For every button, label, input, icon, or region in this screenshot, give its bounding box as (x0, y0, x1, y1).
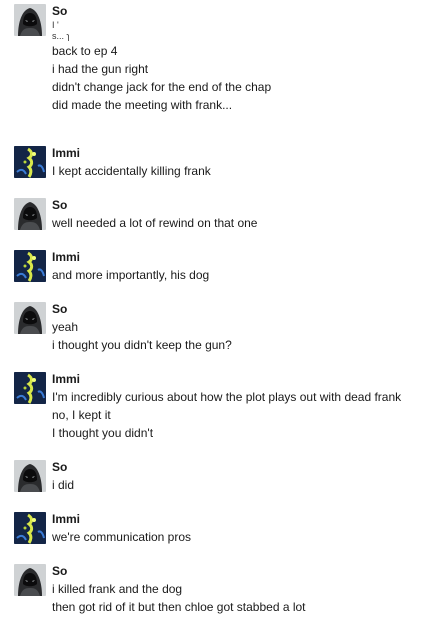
avatar[interactable] (14, 198, 46, 230)
hooded-figure-icon (14, 302, 46, 334)
avatar[interactable] (14, 460, 46, 492)
message-author: Immi (52, 512, 81, 526)
message-line: yeah (52, 320, 79, 334)
message-line: didn't change jack for the end of the ch… (52, 80, 272, 94)
hooded-figure-icon (14, 564, 46, 596)
avatar[interactable] (14, 564, 46, 596)
message-author: So (52, 460, 68, 474)
message-author: So (52, 302, 68, 316)
message-author: So (52, 198, 68, 212)
avatar[interactable] (14, 512, 46, 544)
glowing-figure-icon (14, 512, 46, 544)
avatar[interactable] (14, 146, 46, 178)
message-line: I ' (52, 20, 59, 30)
message-line: I'm incredibly curious about how the plo… (52, 390, 402, 404)
avatar[interactable] (14, 302, 46, 334)
avatar[interactable] (14, 372, 46, 404)
message-line: i killed frank and the dog (52, 582, 183, 596)
glowing-figure-icon (14, 372, 46, 404)
message-line: and more importantly, his dog (52, 268, 210, 282)
message-author: Immi (52, 250, 81, 264)
avatar[interactable] (14, 4, 46, 36)
message-line: then got rid of it but then chloe got st… (52, 600, 306, 614)
message-author: So (52, 4, 68, 18)
message-line: well needed a lot of rewind on that one (52, 216, 258, 230)
message-line: I kept accidentally killing frank (52, 164, 211, 178)
message-line: we're communication pros (52, 530, 192, 544)
glowing-figure-icon (14, 250, 46, 282)
message-line: i did (52, 478, 75, 492)
message-author: So (52, 564, 68, 578)
avatar[interactable] (14, 250, 46, 282)
message-author: Immi (52, 372, 81, 386)
hooded-figure-icon (14, 460, 46, 492)
message-line: s... ɿ (52, 31, 70, 41)
hooded-figure-icon (14, 198, 46, 230)
message-line: no, I kept it (52, 408, 111, 422)
message-line: did made the meeting with frank... (52, 98, 233, 112)
message-line: i thought you didn't keep the gun? (52, 338, 232, 352)
message-author: Immi (52, 146, 81, 160)
glowing-figure-icon (14, 146, 46, 178)
message-line: I thought you didn't (52, 426, 154, 440)
message-line: i had the gun right (52, 62, 149, 76)
message-line: back to ep 4 (52, 44, 118, 58)
hooded-figure-icon (14, 4, 46, 36)
